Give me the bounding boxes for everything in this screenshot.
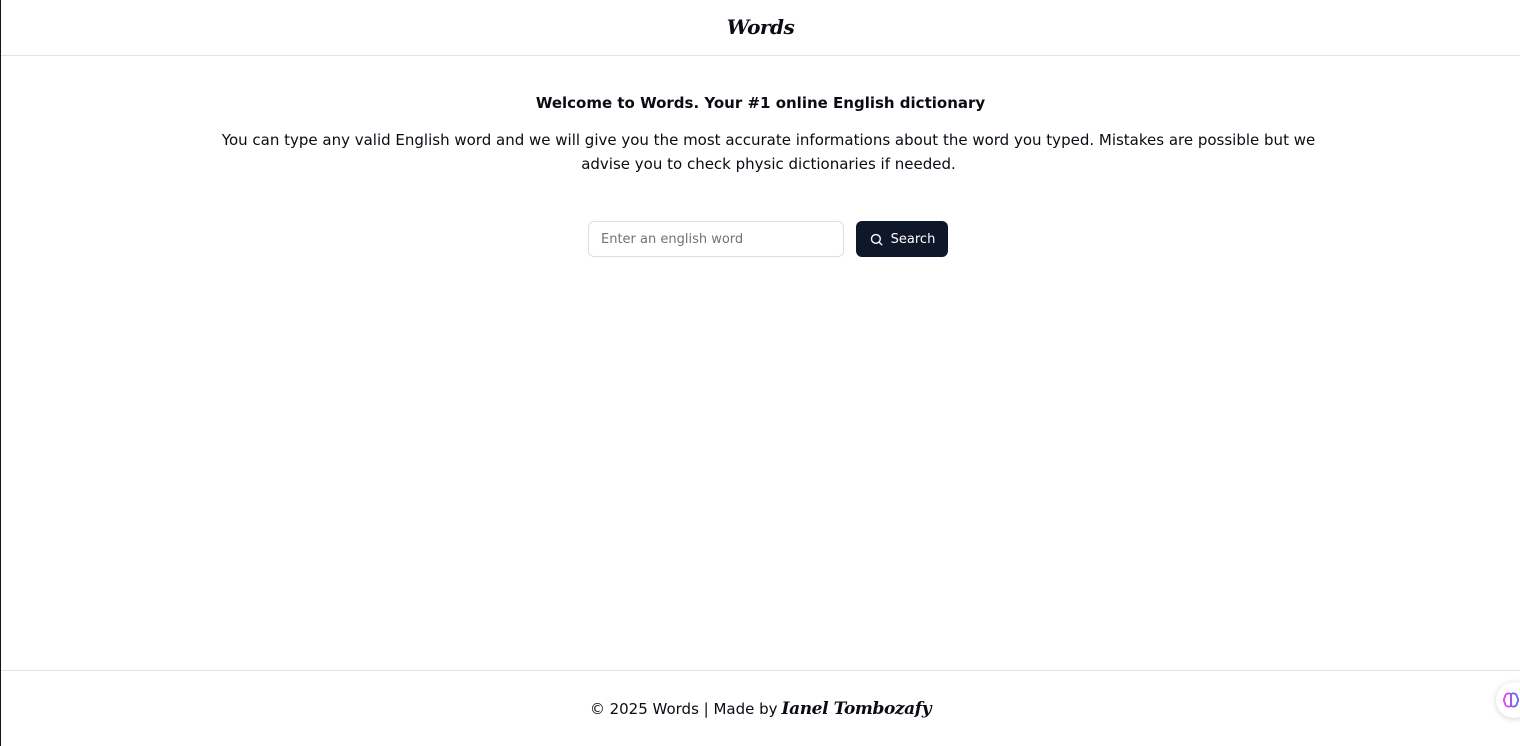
author-name: Ianel Tombozafy — [781, 699, 932, 719]
welcome-heading: Welcome to Words. Your #1 online English… — [535, 94, 986, 112]
search-icon — [869, 232, 884, 247]
brain-icon — [1502, 691, 1520, 709]
search-input[interactable] — [588, 221, 844, 257]
site-logo[interactable]: Words — [727, 15, 795, 39]
site-header: Words — [1, 0, 1520, 56]
search-form: Search — [1, 221, 1520, 257]
search-button[interactable]: Search — [856, 221, 948, 257]
main-content: Welcome to Words. Your #1 online English… — [1, 56, 1520, 670]
intro-paragraph: You can type any valid English word and … — [221, 131, 1316, 173]
search-button-label: Search — [890, 231, 936, 247]
site-footer: © 2025 Words | Made by Ianel Tombozafy — [1, 670, 1520, 746]
copyright-text: © 2025 Words | Made by — [589, 700, 778, 718]
